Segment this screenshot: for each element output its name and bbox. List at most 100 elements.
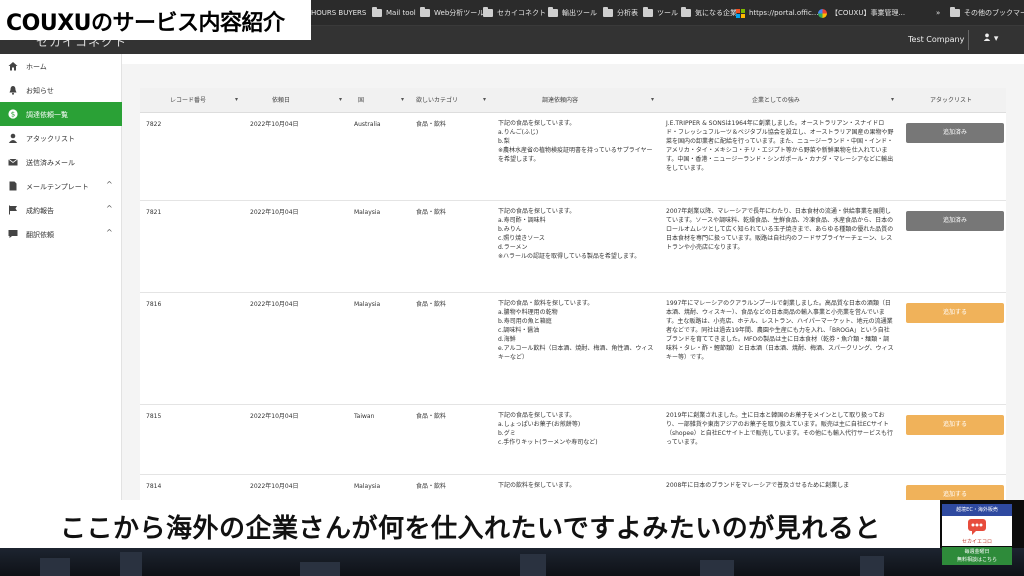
google-drive-icon [818, 8, 827, 18]
column-header-attack-list[interactable]: アタックリスト [900, 88, 1006, 113]
sidebar-item-label: 翻訳依頼 [26, 231, 54, 239]
attack-list-cell: 追加済み [900, 200, 1006, 293]
folder-icon [372, 7, 382, 17]
sidebar-item-label: メールテンプレート [26, 183, 89, 191]
bookmark-item[interactable]: ツール [643, 6, 678, 20]
sidebar-item-attack-list[interactable]: アタックリスト [0, 126, 122, 150]
sort-icon[interactable]: ▾ [339, 96, 342, 103]
add-to-list-button[interactable]: 追加する [906, 414, 1004, 435]
sidebar-item-mail-template[interactable]: メールテンプレート ^ [0, 174, 122, 198]
sort-icon[interactable]: ▾ [401, 96, 404, 103]
sidebar-item-home[interactable]: ホーム [0, 54, 122, 78]
sidebar-item-procurement-requests[interactable]: $ 調達依頼一覧 [0, 102, 122, 126]
request-date-cell: 2022年10月04日 [244, 292, 348, 405]
overflow-chevron-icon: » [936, 9, 941, 17]
sidebar-item-label: アタックリスト [26, 135, 75, 143]
company-strength-cell: 1997年にマレーシアのクアラルンプールで創業しました。高品質な日本の酒類（日本… [660, 292, 900, 405]
sidebar-item-label: 送信済みメール [26, 159, 75, 167]
column-header-request-content[interactable]: 調達依頼内容 ▾ [492, 88, 660, 113]
sidebar-item-news[interactable]: お知らせ [0, 78, 122, 102]
request-content-cell: 下記の食品を探しています。 a.しょっぱいお菓子(お煎餅等) b.グミ c.手作… [492, 404, 660, 475]
category-cell: 食品・飲料 [410, 404, 492, 475]
request-line: c.調味料・醤油 [498, 326, 540, 334]
add-to-list-button[interactable]: 追加する [906, 302, 1004, 323]
background-cityscape [0, 548, 1024, 576]
user-menu[interactable]: ▾ [983, 33, 998, 44]
column-label: 国 [358, 97, 365, 105]
request-line: e.アルコール飲料（日本酒、焼酎、梅酒、角性酒、ウィスキーなど） [498, 344, 654, 361]
request-line: b.梨 [498, 137, 510, 145]
user-icon [8, 133, 18, 143]
country-cell: Taiwan [348, 404, 410, 475]
sidebar-item-translation[interactable]: 翻訳依頼 ^ [0, 222, 122, 246]
record-number-cell: 7821 [140, 200, 244, 293]
requests-table-card: レコード番号 ▾ 依頼日 ▾ 国 ▾ 欲しいカテゴリ ▾ 調達依頼内容 ▾ 企業としての強… [140, 88, 1006, 515]
request-line: 下記の飲料を探しています。 [498, 481, 576, 489]
promo-heading: 越境EC・海外販売 [942, 504, 1012, 516]
bookmark-item[interactable]: https://portal.offic... [736, 6, 818, 20]
bookmark-label: https://portal.offic... [749, 9, 819, 17]
column-header-company-strength[interactable]: 企業としての強み ▾ [660, 88, 900, 113]
request-content-cell: 下記の食品・飲料を探しています。 a.膿物や料理用の乾物 b.寿司用の魚と箱庭 … [492, 292, 660, 405]
bookmark-item[interactable]: 輸出ツール [548, 6, 597, 20]
column-header-category[interactable]: 欲しいカテゴリ ▾ [410, 88, 492, 113]
request-line: ※ハラールの認証を取得している製品を希望します。 [498, 252, 641, 260]
bookmark-item[interactable]: 気になる企業 [681, 6, 737, 20]
home-icon [8, 62, 18, 71]
column-header-country[interactable]: 国 ▾ [348, 88, 410, 113]
table-row[interactable]: 7815 2022年10月04日 Taiwan 食品・飲料 下記の食品を探してい… [140, 404, 1006, 475]
promo-footer-line: 無料相談はこちら [956, 557, 997, 563]
folder-icon [681, 7, 691, 17]
chat-icon [8, 230, 18, 238]
added-to-list-button[interactable]: 追加済み [906, 210, 1004, 231]
subtitle-caption: ここから海外の企業さんが何を仕入れたいですよみたいのが見れると [60, 514, 881, 544]
requests-table: レコード番号 ▾ 依頼日 ▾ 国 ▾ 欲しいカテゴリ ▾ 調達依頼内容 ▾ 企業としての強… [140, 88, 1006, 515]
sidebar-item-label: お知らせ [26, 87, 54, 95]
company-name[interactable]: Test Company [908, 35, 964, 44]
table-header-row: レコード番号 ▾ 依頼日 ▾ 国 ▾ 欲しいカテゴリ ▾ 調達依頼内容 ▾ 企業としての強… [140, 88, 1006, 113]
bookmark-overflow[interactable]: » [936, 6, 940, 20]
bookmark-item[interactable]: 【COUXU】事業管理... [818, 6, 905, 20]
request-line: a.りんご(ふじ) [498, 128, 539, 136]
bookmark-item[interactable]: 分析表 [603, 6, 638, 20]
table-row[interactable]: 7816 2022年10月04日 Malaysia 食品・飲料 下記の食品・飲料… [140, 292, 1006, 405]
bookmark-item[interactable]: Mail tool [372, 6, 416, 20]
flag-icon [9, 205, 17, 215]
table-row[interactable]: 7822 2022年10月04日 Australia 食品・飲料 下記の食品を探… [140, 112, 1006, 201]
table-row[interactable]: 7821 2022年10月04日 Malaysia 食品・飲料 下記の食品を探し… [140, 200, 1006, 293]
building-shape [520, 554, 546, 576]
request-line: b.グミ [498, 429, 516, 437]
sort-icon[interactable]: ▾ [483, 96, 486, 103]
bookmark-label: 【COUXU】事業管理... [831, 9, 906, 17]
request-date-cell: 2022年10月04日 [244, 200, 348, 293]
sidebar-item-deal-report[interactable]: 成約報告 ^ [0, 198, 122, 222]
sort-icon[interactable]: ▾ [651, 96, 654, 103]
sort-icon[interactable]: ▾ [235, 96, 238, 103]
sort-icon[interactable]: ▾ [891, 96, 894, 103]
column-label: レコード番号 [170, 97, 207, 105]
bookmark-item[interactable]: Web分析ツール [420, 6, 484, 20]
category-cell: 食品・飲料 [410, 200, 492, 293]
category-cell: 食品・飲料 [410, 112, 492, 201]
user-caret-icon: ▾ [993, 34, 999, 44]
bookmark-label: 輸出ツール [562, 9, 597, 17]
company-strength-cell: J.E.TRIPPER & SONSは1964年に創業しました。オーストラリアン… [660, 112, 900, 201]
bookmark-item[interactable]: その他のブックマーク [950, 6, 1024, 20]
column-label: 企業としての強み [752, 97, 800, 105]
request-line: 下記の食品を探しています。 [498, 207, 576, 215]
promo-name: セカイエコロ [962, 539, 992, 545]
column-header-record-number[interactable]: レコード番号 ▾ [140, 88, 244, 113]
sidebar-item-label: 成約報告 [26, 207, 54, 215]
chevron-up-icon: ^ [106, 204, 113, 213]
column-header-request-date[interactable]: 依頼日 ▾ [244, 88, 348, 113]
bookmark-item[interactable]: セカイコネクト [483, 6, 546, 20]
promo-badge[interactable]: 越境EC・海外販売 セカイエコロ 毎週金曜日 無料相談はこちら [942, 504, 1012, 568]
user-icon [983, 33, 991, 41]
bell-icon [9, 86, 17, 95]
request-line: a.しょっぱいお菓子(お煎餅等) [498, 420, 581, 428]
request-line: d.ラーメン [498, 243, 528, 251]
sidebar-item-sent-mail[interactable]: 送信済みメール [0, 150, 122, 174]
request-content-cell: 下記の食品を探しています。 a.りんご(ふじ) b.梨 ※農林水産省の植物検疫証… [492, 112, 660, 201]
company-strength-cell: 2019年に創業されました。主に日本と韓国のお菓子をメインとして取り扱っており、… [660, 404, 900, 475]
added-to-list-button[interactable]: 追加済み [906, 122, 1004, 143]
